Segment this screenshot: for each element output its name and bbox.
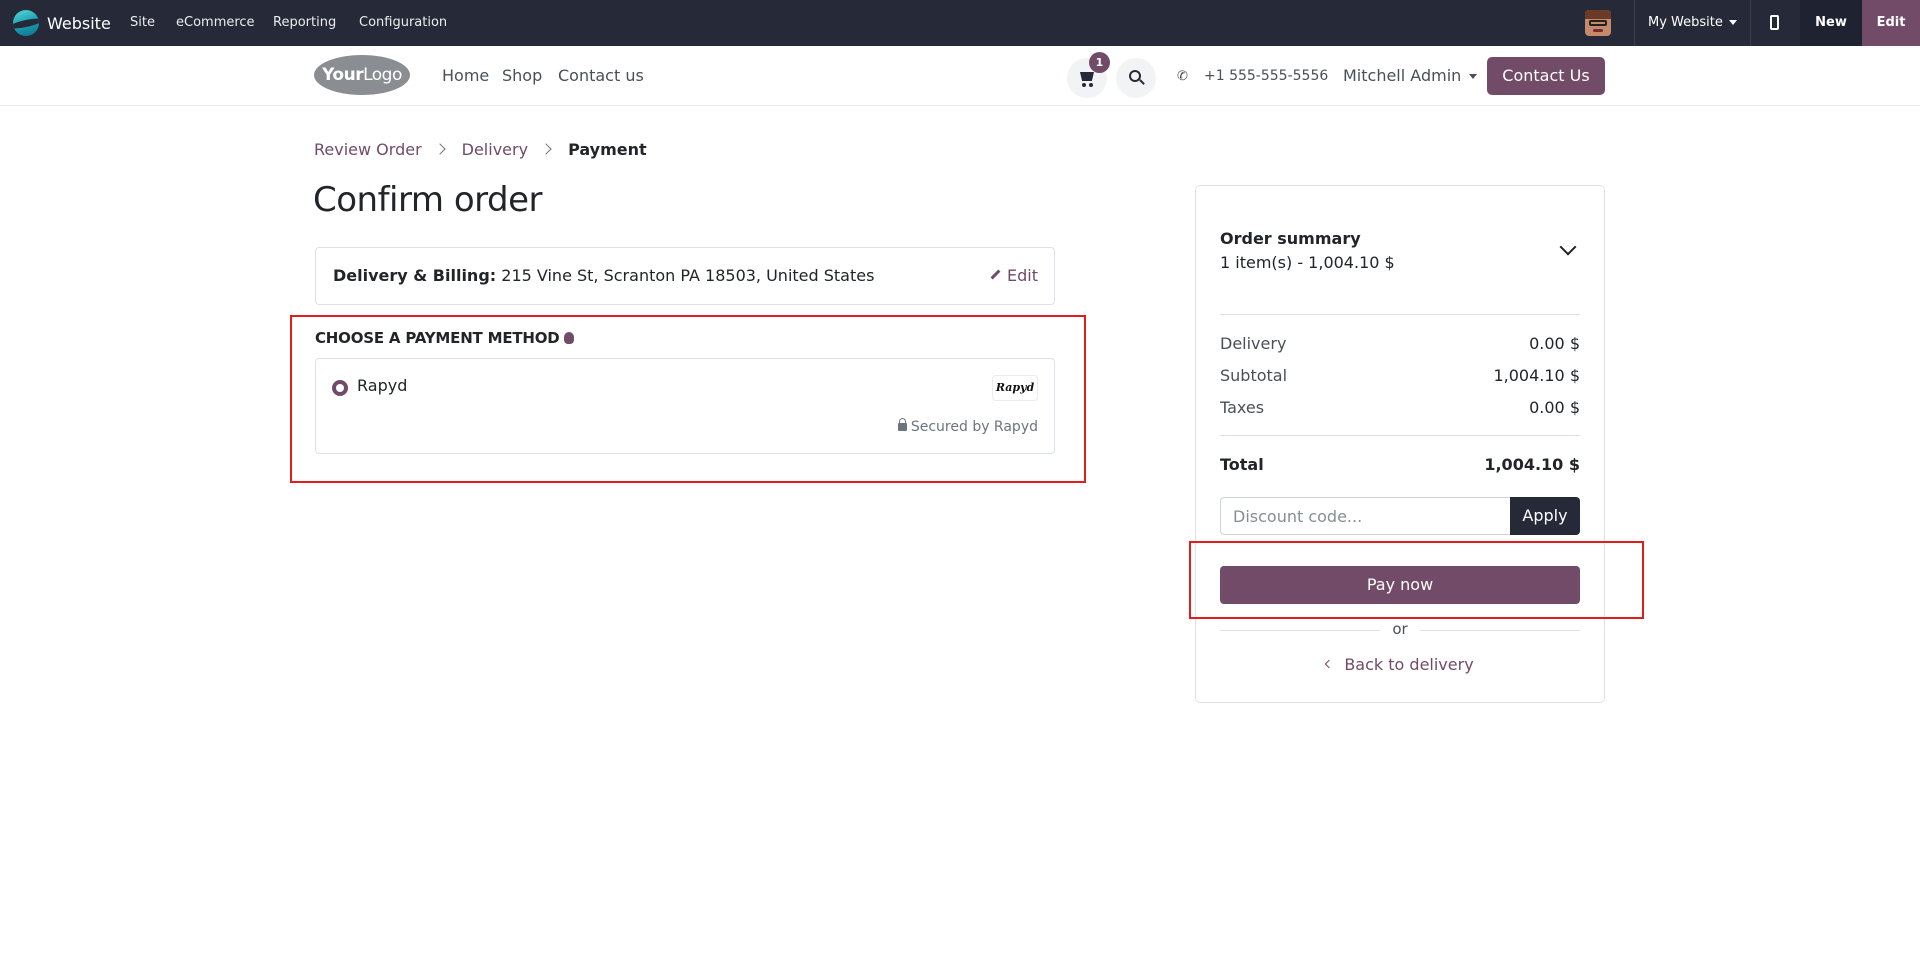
avatar-hair [1585, 10, 1611, 19]
nav-shop[interactable]: Shop [502, 46, 542, 106]
divider [1420, 630, 1580, 631]
caret-down-icon [1728, 20, 1737, 25]
new-button[interactable]: New [1800, 0, 1862, 46]
taxes-value: 0.00 $ [1529, 398, 1580, 417]
cart-icon [1080, 72, 1094, 81]
delivery-billing-value: 215 Vine St, Scranton PA 18503, United S… [501, 266, 875, 285]
nav-contact-us[interactable]: Contact us [558, 46, 644, 106]
divider [1220, 435, 1580, 436]
logo-text: Logo [363, 65, 402, 85]
lock-icon [897, 418, 907, 431]
website-selector[interactable]: My Website [1648, 0, 1737, 46]
secured-by-text: Secured by Rapyd [910, 419, 1038, 435]
delivery-billing-card: Delivery & Billing: 215 Vine St, Scranto… [315, 247, 1055, 305]
breadcrumb-delivery[interactable]: Delivery [462, 140, 528, 159]
chevron-right-icon [433, 143, 446, 155]
menu-site[interactable]: Site [130, 0, 155, 46]
delivery-billing-label: Delivery & Billing: [333, 266, 497, 285]
page-title: Confirm order [313, 180, 542, 220]
cart-count-badge: 1 [1089, 52, 1110, 73]
menu-ecommerce[interactable]: eCommerce [176, 0, 255, 46]
delivery-value: 0.00 $ [1529, 334, 1580, 353]
admin-navbar: Website Site eCommerce Reporting Configu… [0, 0, 1920, 46]
chevron-down-icon[interactable] [1559, 238, 1577, 256]
navbar-divider [1634, 0, 1635, 46]
mobile-preview-icon[interactable] [1770, 15, 1779, 30]
payment-method-heading-text: CHOOSE A PAYMENT METHOD [315, 329, 560, 347]
website-selector-label: My Website [1648, 15, 1723, 30]
nav-home[interactable]: Home [442, 46, 489, 106]
site-header: YourLogo Home Shop Contact us 1 ✆ +1 555… [0, 46, 1920, 106]
cart-wheel [1089, 83, 1093, 87]
site-logo[interactable]: YourLogo [314, 55, 410, 95]
menu-configuration[interactable]: Configuration [359, 0, 447, 46]
highlight-pay-now [1189, 541, 1644, 619]
contact-us-button[interactable]: Contact Us [1487, 57, 1605, 95]
navbar-divider [1750, 0, 1751, 46]
logo-text-bold: Your [322, 65, 364, 85]
divider [1220, 314, 1580, 315]
edit-address-label: Edit [1007, 266, 1038, 285]
edit-address-link[interactable]: Edit [990, 248, 1038, 304]
avatar-glasses [1589, 20, 1607, 26]
payment-method-option[interactable]: Rapyd Rapyd Secured by Rapyd [315, 358, 1055, 454]
phone-number[interactable]: +1 555-555-5556 [1204, 46, 1328, 106]
edit-button[interactable]: Edit [1862, 0, 1920, 46]
back-to-delivery-link[interactable]: Back to delivery [1196, 655, 1604, 674]
divider [1220, 630, 1380, 631]
apply-discount-button[interactable]: Apply [1510, 497, 1580, 535]
payment-method-name: Rapyd [357, 376, 408, 395]
total-label: Total [1220, 455, 1264, 474]
order-summary-title[interactable]: Order summary [1220, 229, 1361, 248]
bug-icon[interactable] [563, 331, 574, 344]
chevron-right-icon [540, 143, 552, 155]
payment-method-heading: CHOOSE A PAYMENT METHOD [315, 329, 574, 347]
breadcrumb-review-order[interactable]: Review Order [314, 140, 422, 159]
app-name: Website [47, 13, 111, 33]
phone-icon: ✆ [1177, 69, 1188, 84]
avatar-mouth [1593, 29, 1603, 32]
user-name: Mitchell Admin [1343, 66, 1462, 85]
back-to-delivery-label: Back to delivery [1344, 655, 1474, 674]
search-button[interactable] [1116, 58, 1156, 98]
delivery-label: Delivery [1220, 334, 1287, 353]
user-avatar[interactable] [1585, 10, 1611, 36]
delivery-billing-address: Delivery & Billing: 215 Vine St, Scranto… [333, 248, 874, 304]
total-value: 1,004.10 $ [1484, 455, 1580, 474]
order-summary-items: 1 item(s) - 1,004.10 $ [1220, 253, 1395, 272]
payment-method-radio[interactable] [332, 380, 348, 396]
or-separator: or [1392, 620, 1408, 638]
search-icon-handle [1139, 79, 1145, 85]
caret-down-icon [1469, 74, 1478, 79]
subtotal-value: 1,004.10 $ [1493, 366, 1580, 385]
app-brand[interactable]: Website [13, 10, 111, 36]
menu-reporting[interactable]: Reporting [273, 0, 336, 46]
order-summary-card: Order summary 1 item(s) - 1,004.10 $ Del… [1195, 185, 1605, 703]
rapyd-logo: Rapyd [992, 375, 1038, 401]
checkout-breadcrumb: Review Order Delivery Payment [314, 138, 647, 160]
website-app-icon [13, 10, 39, 36]
pencil-icon [990, 269, 1001, 280]
user-menu[interactable]: Mitchell Admin [1343, 46, 1478, 106]
chevron-left-icon [1325, 659, 1334, 668]
cart-wheel [1082, 83, 1086, 87]
secured-by-label: Secured by Rapyd [897, 418, 1038, 435]
discount-code-input[interactable] [1220, 497, 1511, 535]
breadcrumb-payment: Payment [568, 139, 647, 159]
subtotal-label: Subtotal [1220, 366, 1288, 385]
taxes-label: Taxes [1220, 398, 1265, 417]
